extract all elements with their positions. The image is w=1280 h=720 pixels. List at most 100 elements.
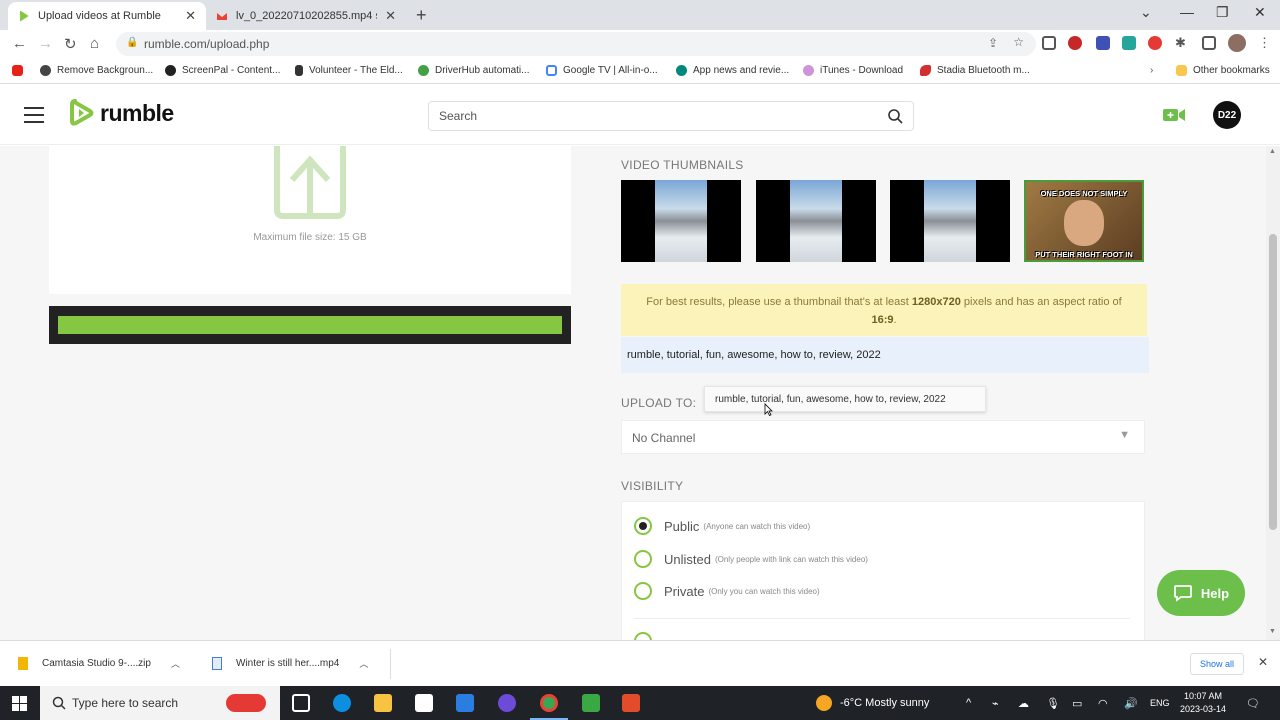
download-item[interactable]: Winter is still her....mp4 ︿ — [212, 657, 368, 670]
maximize-icon[interactable]: ❐ — [1216, 4, 1229, 21]
meme-bottom-caption: PUT THEIR RIGHT FOOT IN — [1035, 250, 1133, 259]
forward-arrow-icon[interactable]: → — [38, 35, 53, 52]
download-item[interactable]: Camtasia Studio 9-....zip ︿ — [18, 657, 180, 670]
thumbnail-option-3[interactable] — [890, 180, 1010, 262]
bookmark-item[interactable]: App news and revie... — [676, 65, 789, 76]
tab-gmail[interactable]: lv_0_20220710202855.mp4 sent ✕ — [206, 2, 406, 30]
bookmark-item[interactable]: Volunteer - The Eld... — [295, 65, 403, 76]
thumbnail-option-custom[interactable]: ONE DOES NOT SIMPLY PUT THEIR RIGHT FOOT… — [1024, 180, 1144, 262]
youtube-bookmark[interactable] — [12, 65, 29, 76]
address-bar[interactable]: 🔒 rumble.com/upload.php ⇪ ☆ — [116, 32, 1036, 56]
side-panel-icon[interactable] — [1202, 36, 1216, 50]
tags-input[interactable]: rumble, tutorial, fun, awesome, how to, … — [621, 337, 1149, 373]
bookmark-item[interactable]: iTunes - Download — [803, 65, 903, 76]
user-avatar[interactable]: D22 — [1213, 101, 1241, 129]
mail-icon[interactable] — [456, 694, 474, 712]
close-icon[interactable]: ✕ — [385, 8, 396, 24]
bookmark-item[interactable]: Google TV | All-in-o... — [546, 65, 658, 76]
shield-extension-icon[interactable] — [1096, 36, 1110, 50]
reload-icon[interactable]: ↻ — [64, 35, 77, 53]
windows-start-icon[interactable] — [12, 696, 27, 711]
visibility-options: Public (Anyone can watch this video) Unl… — [621, 501, 1145, 640]
bookmark-item[interactable]: ScreenPal - Content... — [165, 65, 280, 76]
tab-search-chevron-icon[interactable]: ⌄ — [1140, 4, 1152, 21]
back-arrow-icon[interactable]: ← — [12, 35, 27, 52]
clock[interactable]: 10:07 AM 2023-03-14 — [1180, 686, 1226, 720]
download-filename: Camtasia Studio 9-....zip — [42, 658, 151, 669]
bookmark-item[interactable]: Stadia Bluetooth m... — [920, 65, 1030, 76]
bookmark-item[interactable]: Remove Backgroun... — [40, 65, 153, 76]
channel-select[interactable]: No Channel ▼ — [621, 420, 1145, 454]
visibility-public-radio[interactable]: Public (Anyone can watch this video) — [634, 517, 810, 535]
page-scrollbar[interactable]: ▲ ▼ — [1266, 146, 1280, 640]
notice-text: pixels and has an aspect ratio of — [960, 296, 1122, 308]
search-input[interactable]: Search — [428, 101, 914, 131]
microphone-icon[interactable]: 🎙 — [1046, 686, 1060, 720]
radio-circle — [634, 582, 652, 600]
upload-drop-zone[interactable]: Maximum file size: 15 GB — [49, 146, 571, 294]
screenshot-extension-icon[interactable] — [1042, 36, 1056, 50]
thumbnail-option-1[interactable] — [621, 180, 741, 262]
home-icon[interactable]: ⌂ — [90, 35, 99, 52]
rumble-logo[interactable]: rumble — [70, 99, 174, 127]
thumbnail-image — [655, 180, 707, 262]
bookmark-star-icon[interactable]: ☆ — [1013, 35, 1024, 49]
show-all-downloads-button[interactable]: Show all — [1190, 653, 1244, 675]
volume-icon[interactable]: 🔊 — [1124, 686, 1138, 720]
wifi-icon[interactable]: ◠ — [1098, 686, 1108, 720]
scrollbar-thumb[interactable] — [1269, 234, 1277, 530]
file-explorer-icon[interactable] — [374, 694, 392, 712]
camtasia-icon[interactable] — [582, 694, 600, 712]
taskbar-search-input[interactable]: Type here to search — [40, 686, 280, 720]
visibility-private-radio[interactable]: Private (Only you can watch this video) — [634, 582, 820, 600]
bookmark-item[interactable]: DriverHub automati... — [418, 65, 529, 76]
recorder-icon[interactable] — [622, 694, 640, 712]
help-button[interactable]: Help — [1157, 570, 1245, 616]
edge-icon[interactable] — [333, 694, 351, 712]
notice-text: . — [893, 314, 897, 326]
scroll-up-icon[interactable]: ▲ — [1269, 148, 1276, 155]
upload-progress-fill — [58, 316, 562, 334]
battery-icon[interactable]: ▭ — [1072, 686, 1082, 720]
share-icon[interactable]: ⇪ — [988, 36, 998, 50]
more-menu-icon[interactable]: ⋮ — [1258, 35, 1271, 51]
puzzle-extensions-icon[interactable]: ✱ — [1175, 35, 1186, 51]
visibility-unlisted-radio[interactable]: Unlisted (Only people with link can watc… — [634, 550, 868, 568]
minimize-icon[interactable]: — — [1180, 4, 1194, 20]
chevron-up-icon[interactable]: ^ — [966, 686, 971, 720]
radio-label: Public — [664, 518, 700, 534]
thumbnail-option-2[interactable] — [756, 180, 876, 262]
task-view-icon[interactable] — [292, 694, 310, 712]
window-close-icon[interactable]: ✕ — [1254, 4, 1266, 21]
tags-autocomplete-suggestion[interactable]: rumble, tutorial, fun, awesome, how to, … — [704, 386, 986, 412]
browser-toolbar: ← → ↻ ⌂ 🔒 rumble.com/upload.php ⇪ ☆ ✱ ⋮ — [0, 30, 1280, 58]
cloud-icon[interactable]: ☁ — [1018, 686, 1029, 720]
chevron-up-icon[interactable]: ︿ — [359, 657, 368, 670]
more-bookmarks-chevron-icon[interactable]: › — [1150, 65, 1153, 76]
scroll-down-icon[interactable]: ▼ — [1269, 628, 1276, 635]
radio-label: Private — [664, 583, 705, 599]
new-tab-button[interactable]: + — [416, 5, 427, 26]
other-bookmarks[interactable]: Other bookmarks — [1176, 65, 1270, 76]
hamburger-menu-icon[interactable] — [24, 107, 44, 123]
opera-extension-icon[interactable] — [1148, 36, 1162, 50]
remove-bg-icon — [40, 65, 51, 76]
visibility-scheduled-radio[interactable] — [634, 632, 664, 640]
quora-extension-icon[interactable] — [1068, 36, 1082, 50]
chevron-up-icon[interactable]: ︿ — [171, 657, 180, 670]
app-news-icon — [676, 65, 687, 76]
close-downloads-icon[interactable]: ✕ — [1258, 655, 1268, 669]
profile-avatar-icon[interactable] — [1228, 34, 1246, 52]
close-icon[interactable]: ✕ — [185, 8, 196, 24]
upload-video-camera-icon[interactable] — [1162, 107, 1186, 123]
search-icon[interactable] — [887, 108, 903, 124]
store-icon[interactable] — [415, 694, 433, 712]
weather-widget[interactable]: -6°C Mostly sunny — [816, 686, 929, 720]
color-extension-icon[interactable] — [1122, 36, 1136, 50]
language-indicator[interactable]: ENG — [1150, 686, 1170, 720]
network-icon[interactable]: ⌁ — [992, 686, 999, 720]
app-icon[interactable] — [498, 694, 516, 712]
notifications-icon[interactable]: 🗨 — [1246, 686, 1260, 720]
tab-upload-videos[interactable]: Upload videos at Rumble ✕ — [8, 2, 206, 30]
chrome-icon[interactable] — [540, 694, 558, 712]
